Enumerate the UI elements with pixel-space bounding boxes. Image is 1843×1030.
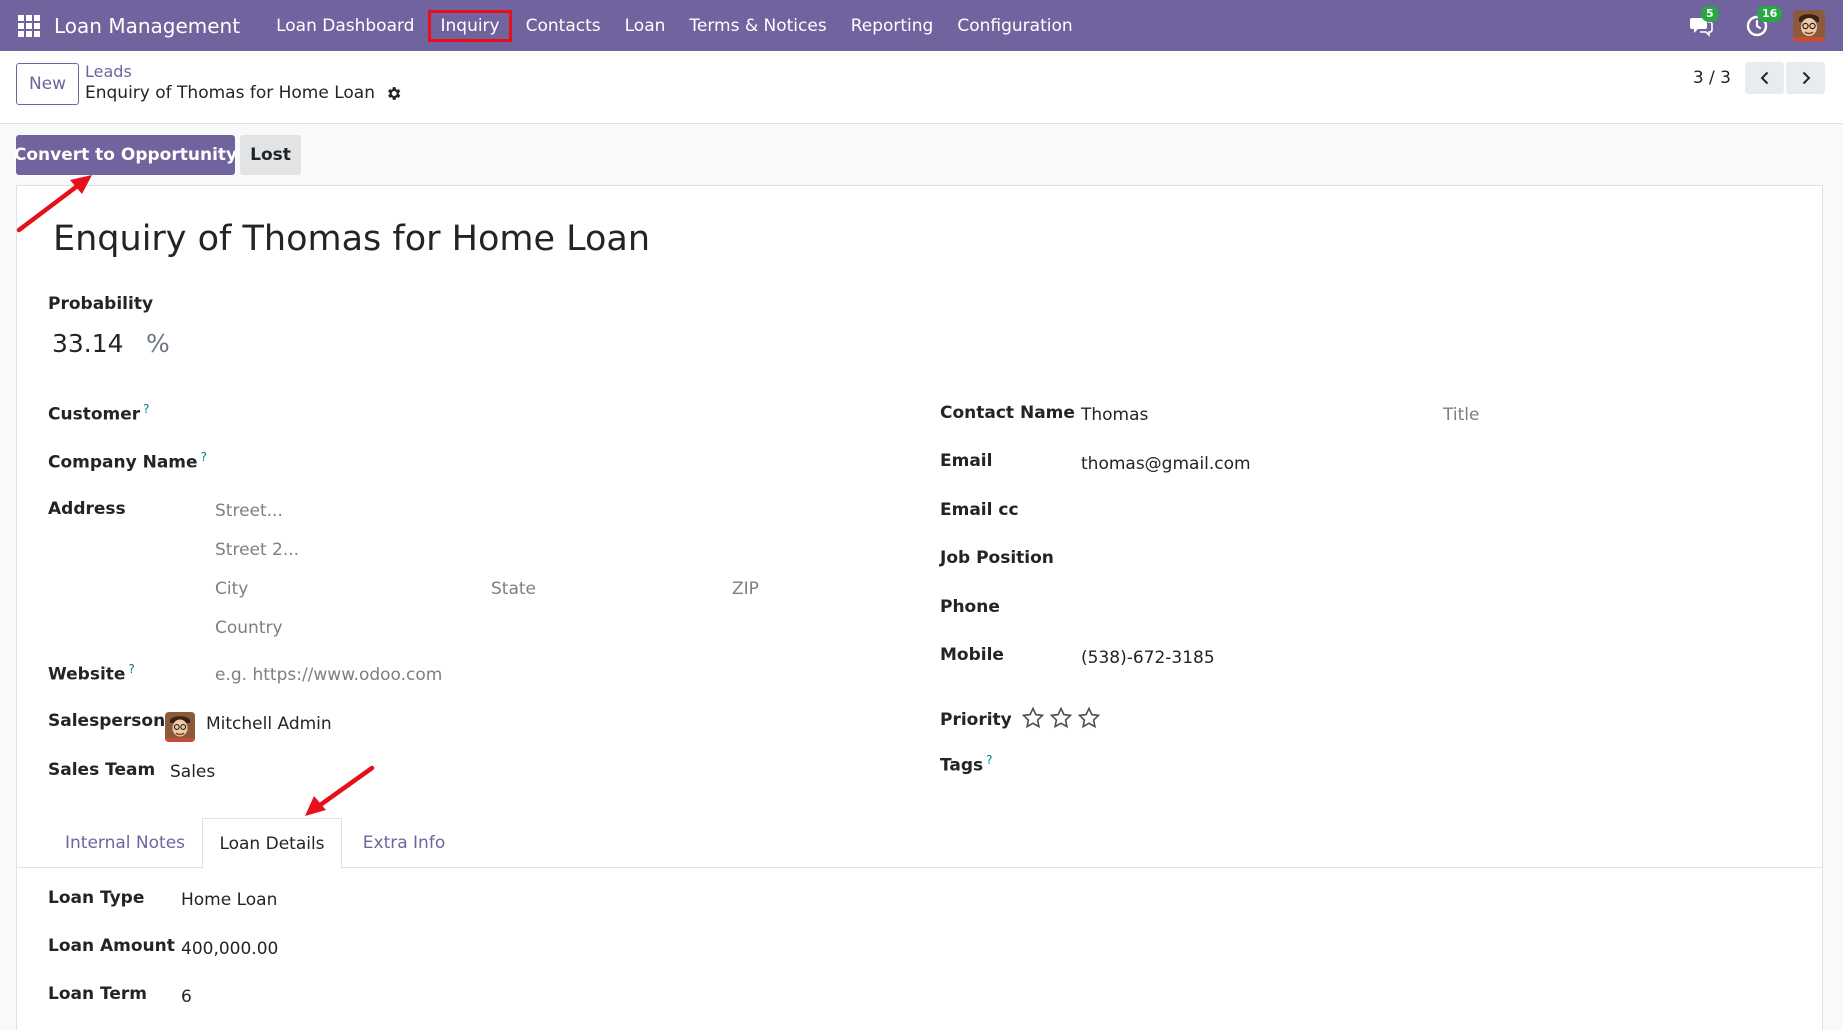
priority-stars xyxy=(1021,706,1101,730)
tab-internal-notes[interactable]: Internal Notes xyxy=(53,818,197,868)
salesperson-avatar-icon xyxy=(165,712,195,742)
loan-amount-label: Loan Amount xyxy=(48,936,175,956)
website-label-text: Website xyxy=(48,664,126,685)
record-pager: 3 / 3 xyxy=(1693,62,1825,94)
convert-to-opportunity-button[interactable]: Convert to Opportunity xyxy=(14,135,237,175)
sales-team-label: Sales Team xyxy=(48,760,156,780)
probability-label: Probability xyxy=(48,294,154,314)
user-avatar[interactable] xyxy=(1793,9,1825,42)
user-avatar-icon xyxy=(1793,9,1825,42)
sales-team-field[interactable]: Sales xyxy=(170,762,215,782)
state-input[interactable]: State xyxy=(491,579,536,599)
contact-name-label: Contact Name xyxy=(940,403,1075,423)
menu-contacts[interactable]: Contacts xyxy=(514,10,613,42)
loan-term-field[interactable]: 6 xyxy=(181,987,192,1007)
country-input[interactable]: Country xyxy=(215,618,283,638)
messages-button[interactable]: 5 xyxy=(1687,5,1719,40)
customer-help-icon[interactable]: ? xyxy=(143,402,149,416)
navbar-systray: 5 16 xyxy=(1659,0,1825,51)
zip-input[interactable]: ZIP xyxy=(732,579,759,599)
customer-label-text: Customer xyxy=(48,404,141,425)
salesperson-avatar xyxy=(165,712,195,742)
breadcrumb-current-label: Enquiry of Thomas for Home Loan xyxy=(85,83,375,103)
website-label: Website? xyxy=(48,662,135,685)
tags-help-icon[interactable]: ? xyxy=(986,753,992,767)
contact-name-input[interactable]: Thomas xyxy=(1081,405,1148,425)
company-name-label: Company Name? xyxy=(48,450,207,473)
notebook-tabs: Internal Notes Loan Details Extra Info xyxy=(17,818,1822,869)
menu-loan-dashboard[interactable]: Loan Dashboard xyxy=(264,10,426,42)
email-input[interactable]: thomas@gmail.com xyxy=(1081,454,1251,474)
form-sheet: Enquiry of Thomas for Home Loan Probabil… xyxy=(16,185,1823,1030)
control-panel: New Leads Enquiry of Thomas for Home Loa… xyxy=(0,51,1843,124)
star-icon[interactable] xyxy=(1077,706,1101,730)
lead-title[interactable]: Enquiry of Thomas for Home Loan xyxy=(53,219,650,259)
tab-extra-info[interactable]: Extra Info xyxy=(347,818,461,868)
pager-value[interactable]: 3 / 3 xyxy=(1693,68,1731,88)
phone-label: Phone xyxy=(940,597,1000,617)
menu-loan[interactable]: Loan xyxy=(613,10,678,42)
probability-unit: % xyxy=(146,329,170,358)
address-label: Address xyxy=(48,499,126,519)
menu-reporting[interactable]: Reporting xyxy=(839,10,946,42)
website-help-icon[interactable]: ? xyxy=(128,662,134,676)
gear-icon[interactable] xyxy=(385,85,402,102)
website-input[interactable]: e.g. https://www.odoo.com xyxy=(215,665,442,685)
tags-label-text: Tags xyxy=(940,755,984,776)
email-cc-label: Email cc xyxy=(940,500,1019,520)
menu-terms-notices[interactable]: Terms & Notices xyxy=(677,10,838,42)
loan-type-field[interactable]: Home Loan xyxy=(181,890,277,910)
star-icon[interactable] xyxy=(1021,706,1045,730)
street2-input[interactable]: Street 2... xyxy=(215,540,299,560)
chevron-left-icon xyxy=(1760,71,1768,85)
lost-button[interactable]: Lost xyxy=(240,135,301,175)
company-name-help-icon[interactable]: ? xyxy=(201,450,207,464)
messages-count-badge: 5 xyxy=(1701,5,1719,22)
breadcrumb-leads-link[interactable]: Leads xyxy=(85,62,402,82)
job-position-label: Job Position xyxy=(940,548,1054,568)
mobile-label: Mobile xyxy=(940,645,1004,665)
priority-label: Priority xyxy=(940,710,1012,730)
menu-configuration[interactable]: Configuration xyxy=(945,10,1084,42)
loan-term-label: Loan Term xyxy=(48,984,147,1004)
pager-next-button[interactable] xyxy=(1786,62,1825,94)
salesperson-field[interactable]: Mitchell Admin xyxy=(206,714,332,734)
customer-label: Customer? xyxy=(48,402,150,425)
breadcrumb-current: Enquiry of Thomas for Home Loan xyxy=(85,82,402,104)
app-grid-icon[interactable] xyxy=(18,14,40,37)
email-label: Email xyxy=(940,451,993,471)
star-icon[interactable] xyxy=(1049,706,1073,730)
breadcrumb: Leads Enquiry of Thomas for Home Loan xyxy=(85,62,402,104)
activities-button[interactable]: 16 xyxy=(1743,5,1783,40)
mobile-input[interactable]: (538)-672-3185 xyxy=(1081,648,1215,668)
pager-previous-button[interactable] xyxy=(1745,62,1784,94)
city-input[interactable]: City xyxy=(215,579,248,599)
chevron-right-icon xyxy=(1802,71,1810,85)
company-name-label-text: Company Name xyxy=(48,452,198,473)
activities-count-badge: 16 xyxy=(1757,5,1783,22)
street-input[interactable]: Street... xyxy=(215,501,283,521)
menu-inquiry[interactable]: Inquiry xyxy=(428,9,512,42)
loan-type-label: Loan Type xyxy=(48,888,145,908)
tags-label: Tags? xyxy=(940,753,993,776)
loan-amount-field[interactable]: 400,000.00 xyxy=(181,939,278,959)
title-select[interactable]: Title xyxy=(1443,405,1479,425)
top-navbar: Loan Management Loan Dashboard Inquiry C… xyxy=(0,0,1843,51)
tab-loan-details[interactable]: Loan Details xyxy=(202,818,342,869)
salesperson-label: Salesperson xyxy=(48,711,166,731)
probability-input[interactable]: 33.14 xyxy=(52,329,124,358)
app-name[interactable]: Loan Management xyxy=(54,14,240,38)
new-button[interactable]: New xyxy=(16,63,79,105)
